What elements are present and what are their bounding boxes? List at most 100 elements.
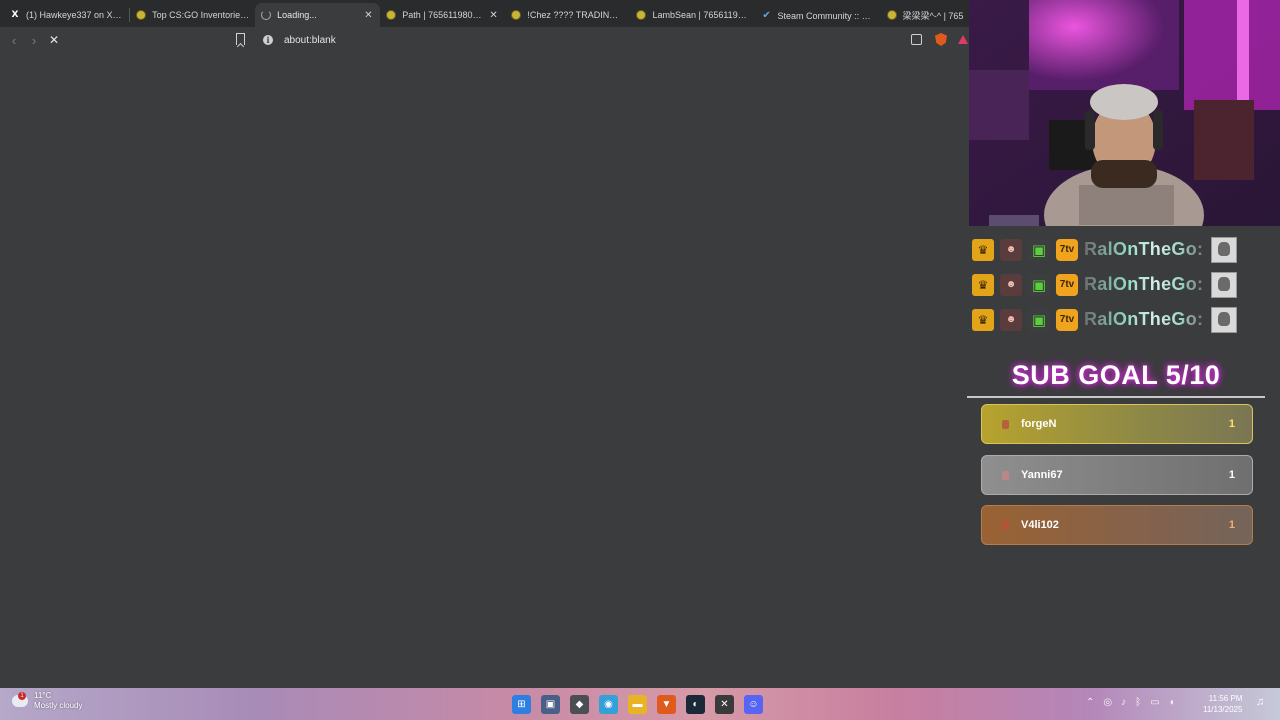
navigation-bar: ‹ › ✕ i about:blank bbox=[0, 27, 970, 53]
webcam-image bbox=[969, 0, 1280, 226]
share-icon[interactable] bbox=[911, 34, 922, 45]
address-bar[interactable]: i about:blank bbox=[256, 30, 956, 50]
tab-title: Steam Community :: 獲得 bbox=[777, 10, 875, 21]
volume-icon[interactable]: ♪ bbox=[1121, 697, 1126, 708]
chat-message: ♛ ☻ ▣ 7tv RalOnTheGo: bbox=[972, 267, 1272, 302]
webcam-overlay bbox=[969, 0, 1280, 226]
stop-loading-button[interactable]: ✕ bbox=[44, 30, 64, 50]
weather-widget[interactable]: 1 11°C Mostly cloudy bbox=[12, 691, 82, 711]
display-icon[interactable]: ▭ bbox=[1150, 697, 1159, 708]
tab-hawkeye[interactable]: X (1) Hawkeye337 on X: "HE bbox=[4, 3, 129, 27]
tab-title: Top CS:GO Inventories - S bbox=[152, 10, 250, 20]
csgo-icon bbox=[511, 10, 522, 20]
system-tray: ⌃ ◎ ♪ ᛒ ▭ ◖ bbox=[1086, 697, 1175, 708]
character-badge-icon: ☻ bbox=[1000, 273, 1022, 296]
cloud-icon: 1 bbox=[12, 692, 28, 707]
chat-overlay: ♛ ☻ ▣ 7tv RalOnTheGo: ♛ ☻ ▣ 7tv RalOnThe… bbox=[972, 232, 1272, 337]
tab-loading[interactable]: Loading... ✕ bbox=[255, 3, 381, 27]
tab-liang[interactable]: 梁梁梁^-^ | 765 bbox=[881, 3, 970, 27]
tab-title: LambSean | 765611983736 bbox=[652, 10, 749, 20]
gift-badge-icon: ▣ bbox=[1028, 238, 1050, 261]
blank-page bbox=[0, 53, 970, 688]
csgo-icon bbox=[136, 10, 147, 20]
brave-rewards-icon[interactable] bbox=[958, 35, 968, 44]
sub-goal-title: SUB GOAL 5/10 bbox=[1011, 360, 1221, 390]
leader-name: V4li102 bbox=[1021, 519, 1059, 531]
alert-badge: 1 bbox=[18, 692, 26, 700]
speaker-icon[interactable]: ◖ bbox=[1169, 697, 1175, 708]
close-icon[interactable]: ✕ bbox=[489, 10, 499, 21]
crown-badge-icon: ♛ bbox=[972, 273, 994, 296]
tab-title: 梁梁梁^-^ | 765 bbox=[902, 10, 964, 21]
discord-icon[interactable]: ☺ bbox=[744, 695, 763, 714]
bookmark-icon[interactable] bbox=[236, 33, 245, 45]
brave-icon[interactable]: ▼ bbox=[657, 695, 676, 714]
tab-lambsean[interactable]: LambSean | 765611983736 bbox=[630, 3, 755, 27]
gift-badge-icon: ▣ bbox=[1028, 308, 1050, 331]
chat-message: ♛ ☻ ▣ 7tv RalOnTheGo: bbox=[972, 302, 1272, 337]
notification-bell-icon[interactable]: ♫ bbox=[1256, 696, 1264, 708]
back-button[interactable]: ‹ bbox=[4, 30, 24, 50]
app-icon[interactable]: ◆ bbox=[570, 695, 589, 714]
steam-icon: ✔ bbox=[762, 9, 771, 21]
terminal-icon[interactable]: ✕ bbox=[715, 695, 734, 714]
emote-avatar bbox=[1211, 236, 1238, 263]
tab-steam-community[interactable]: ✔ Steam Community :: 獲得 bbox=[756, 3, 881, 27]
tab-top-inventories[interactable]: Top CS:GO Inventories - S bbox=[130, 3, 255, 27]
tab-path[interactable]: Path | 7656119803272 ✕ bbox=[380, 3, 505, 27]
address-text: about:blank bbox=[284, 34, 336, 46]
weather-text: 11°C Mostly cloudy bbox=[34, 691, 82, 711]
forward-button[interactable]: › bbox=[24, 30, 44, 50]
user-icon bbox=[1002, 520, 1009, 530]
x-icon: X bbox=[11, 10, 19, 20]
tab-title: Path | 7656119803272 bbox=[402, 10, 483, 20]
leader-count: 1 bbox=[1228, 418, 1235, 430]
weather-condition: Mostly cloudy bbox=[34, 701, 83, 710]
task-view-icon[interactable]: ▣ bbox=[541, 695, 560, 714]
csgo-icon bbox=[886, 10, 897, 20]
character-badge-icon: ☻ bbox=[1000, 308, 1022, 331]
network-icon[interactable]: ◎ bbox=[1103, 697, 1112, 708]
info-icon[interactable]: i bbox=[263, 35, 273, 45]
user-icon bbox=[1002, 470, 1009, 480]
tab-title: !Chez ???? TRADING 550 K bbox=[527, 10, 624, 20]
emote-avatar bbox=[1211, 271, 1238, 298]
leader-count: 1 bbox=[1228, 519, 1235, 531]
chat-username: RalOnTheGo: bbox=[1084, 274, 1204, 294]
crown-badge-icon: ♛ bbox=[972, 308, 994, 331]
csgo-icon bbox=[636, 10, 647, 20]
chat-username: RalOnTheGo: bbox=[1084, 309, 1204, 329]
close-icon[interactable]: ✕ bbox=[364, 10, 374, 21]
csgo-icon bbox=[386, 10, 397, 20]
7tv-badge-icon: 7tv bbox=[1056, 238, 1078, 261]
chat-message: ♛ ☻ ▣ 7tv RalOnTheGo: bbox=[972, 232, 1272, 267]
tab-strip: X (1) Hawkeye337 on X: "HE Top CS:GO Inv… bbox=[0, 0, 970, 27]
chat-username: RalOnTheGo: bbox=[1084, 239, 1204, 259]
chevron-up-icon[interactable]: ⌃ bbox=[1086, 697, 1094, 708]
tab-chez[interactable]: !Chez ???? TRADING 550 K bbox=[505, 3, 630, 27]
taskbar-apps: ⊞ ▣ ◆ ◉ ▬ ▼ ◐ ✕ ☺ bbox=[512, 695, 763, 714]
bluetooth-icon[interactable]: ᛒ bbox=[1135, 697, 1141, 708]
leaderboard-row-third: V4li102 1 bbox=[981, 505, 1253, 545]
emote-avatar bbox=[1211, 306, 1238, 333]
leaderboard-row-first: forgeN 1 bbox=[981, 404, 1253, 444]
clock-date: 11/13/2025 bbox=[1203, 705, 1243, 714]
tab-title: Loading... bbox=[277, 10, 317, 20]
tab-title: (1) Hawkeye337 on X: "HE bbox=[26, 10, 124, 20]
windows-start-icon[interactable]: ⊞ bbox=[512, 695, 531, 714]
leaderboard-row-second: Yanni67 1 bbox=[981, 455, 1253, 495]
crown-badge-icon: ♛ bbox=[972, 238, 994, 261]
file-explorer-icon[interactable]: ▬ bbox=[628, 695, 647, 714]
loading-icon bbox=[261, 10, 272, 20]
character-badge-icon: ☻ bbox=[1000, 238, 1022, 261]
taskbar: 1 11°C Mostly cloudy ⊞ ▣ ◆ ◉ ▬ ▼ ◐ ✕ ☺ ⌃… bbox=[0, 688, 1280, 720]
leader-name: Yanni67 bbox=[1021, 469, 1063, 481]
steam-icon[interactable]: ◐ bbox=[686, 695, 705, 714]
sub-goal-divider bbox=[967, 396, 1265, 398]
temperature: 11°C bbox=[34, 691, 52, 700]
7tv-badge-icon: 7tv bbox=[1056, 308, 1078, 331]
chrome-icon[interactable]: ◉ bbox=[599, 695, 618, 714]
clock[interactable]: 11:56 PM 11/13/2025 bbox=[1203, 693, 1242, 715]
leader-count: 1 bbox=[1228, 469, 1235, 481]
clock-time: 11:56 PM bbox=[1208, 694, 1243, 703]
